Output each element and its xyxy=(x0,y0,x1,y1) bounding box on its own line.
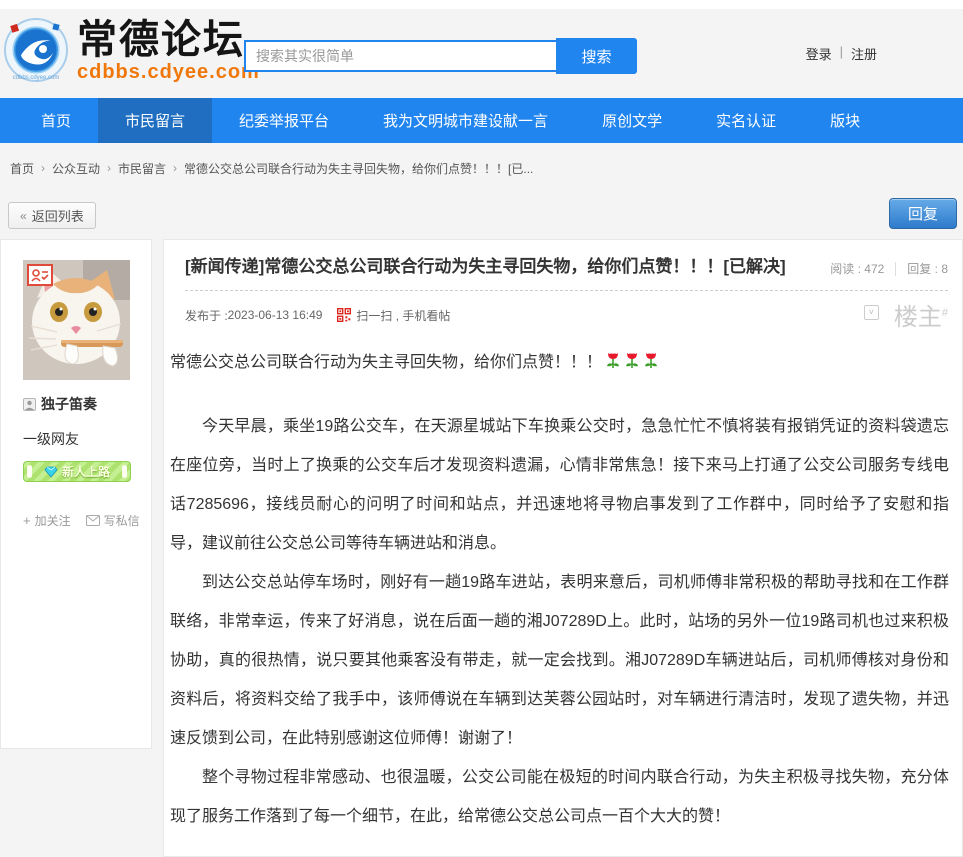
scan-hint: 扫一扫 , 手机看帖 xyxy=(356,307,450,324)
private-message-label: 写私信 xyxy=(104,512,140,529)
collapse-checkbox-icon[interactable]: ˅ xyxy=(864,305,879,320)
post-title: [新闻传递]常德公交总公司联合行动为失主寻回失物，给你们点赞！！！[已解决] xyxy=(185,256,786,278)
breadcrumb-item-home[interactable]: 首页 xyxy=(10,160,34,177)
double-chevron-left-icon: « xyxy=(20,209,27,223)
breadcrumb-item-current-thread: 常德公交总公司联合行动为失主寻回失物，给你们点赞！！！[已... xyxy=(184,160,533,177)
breadcrumb-separator: › xyxy=(41,161,45,175)
site-logo[interactable]: cdbbs.cdyee.com 常德论坛 cdbbs.cdyee.com xyxy=(3,17,260,84)
diamond-icon xyxy=(44,466,58,478)
breadcrumb-item-public-interaction[interactable]: 公众互动 xyxy=(52,160,100,177)
breadcrumb-item-citizen-messages[interactable]: 市民留言 xyxy=(118,160,166,177)
published-label: 发布于 : xyxy=(185,307,228,324)
login-link[interactable]: 登录 xyxy=(806,44,832,63)
tulip-icon xyxy=(643,351,659,370)
site-name: 常德论坛 xyxy=(77,17,260,63)
reply-button[interactable]: 回复 xyxy=(889,198,957,229)
private-message-button[interactable]: 写私信 xyxy=(86,512,140,529)
main-nav: 首页 市民留言 纪委举报平台 我为文明城市建设献一言 原创文学 实名认证 版块 xyxy=(0,98,963,143)
back-to-list-button[interactable]: « 返回列表 xyxy=(8,202,96,229)
username[interactable]: 独子笛奏 xyxy=(41,394,97,414)
svg-text:cdbbs.cdyee.com: cdbbs.cdyee.com xyxy=(13,75,60,81)
tulip-icon xyxy=(605,351,621,370)
site-url: cdbbs.cdyee.com xyxy=(77,61,260,84)
tulip-icon xyxy=(624,351,640,370)
post-panel: [新闻传递]常德公交总公司联合行动为失主寻回失物，给你们点赞！！！[已解决] 阅… xyxy=(163,239,963,857)
user-level: 一级网友 xyxy=(23,429,151,449)
search-button[interactable]: 搜索 xyxy=(556,38,637,74)
post-paragraph: 常德公交总公司联合行动为失主寻回失物，给你们点赞！！！🌷🌷🌷 xyxy=(170,343,949,382)
register-link[interactable]: 注册 xyxy=(851,44,877,63)
thread-toolbar: « 返回列表 回复 xyxy=(0,193,963,239)
qr-code-icon xyxy=(337,308,351,322)
sidebar-actions: + 加关注 写私信 xyxy=(23,512,151,529)
plus-icon: + xyxy=(23,513,31,528)
newbie-badge: 新人上路 xyxy=(23,461,131,482)
post-meta: 发布于 : 2023-06-13 16:49 扫一扫 , 手机看帖 ˅ 楼主# xyxy=(185,300,948,330)
nav-item-citizen-messages[interactable]: 市民留言 xyxy=(98,98,212,143)
post-paragraph: 今天早晨，乘坐19路公交车，在天源星城站下车换乘公交时，急急忙忙不慎将装有报销凭… xyxy=(170,407,949,563)
auth-links: 登录 | 注册 xyxy=(806,44,877,63)
dashed-divider xyxy=(185,290,948,291)
published-time: 2023-06-13 16:49 xyxy=(228,308,323,322)
auth-divider: | xyxy=(840,44,843,63)
thread-content: 独子笛奏 一级网友 新人上路 + 加关注 写私信 xyxy=(0,239,963,857)
avatar[interactable] xyxy=(23,260,130,380)
post-paragraph: 整个寻物过程非常感动、也很温暖，公交公司能在极短的时间内联合行动，为失主积极寻找… xyxy=(170,758,949,836)
search-input[interactable] xyxy=(244,40,556,72)
top-strip xyxy=(0,0,963,9)
nav-item-real-name-auth[interactable]: 实名认证 xyxy=(689,98,803,143)
views-stat: 阅读 : 472 xyxy=(830,260,884,277)
follow-label: 加关注 xyxy=(35,512,71,529)
post-body: 常德公交总公司联合行动为失主寻回失物，给你们点赞！！！🌷🌷🌷 今天早晨，乘坐19… xyxy=(164,330,962,856)
site-header: cdbbs.cdyee.com 常德论坛 cdbbs.cdyee.com 搜索 … xyxy=(0,9,963,98)
author-sidebar: 独子笛奏 一级网友 新人上路 + 加关注 写私信 xyxy=(0,239,152,749)
nav-item-civilized-city[interactable]: 我为文明城市建设献一言 xyxy=(356,98,575,143)
user-icon xyxy=(23,398,36,411)
site-logo-icon: cdbbs.cdyee.com xyxy=(3,17,69,83)
post-head: [新闻传递]常德公交总公司联合行动为失主寻回失物，给你们点赞！！！[已解决] 阅… xyxy=(164,240,962,278)
follow-button[interactable]: + 加关注 xyxy=(23,512,71,529)
back-to-list-label: 返回列表 xyxy=(32,206,84,225)
newbie-badge-label: 新人上路 xyxy=(62,463,110,480)
stats-divider xyxy=(895,262,896,276)
replies-stat: 回复 : 8 xyxy=(907,260,948,277)
search-bar: 搜索 xyxy=(244,38,637,74)
nav-item-discipline-report[interactable]: 纪委举报平台 xyxy=(212,98,356,143)
post-stats: 阅读 : 472 回复 : 8 xyxy=(830,260,948,277)
breadcrumb-separator: › xyxy=(173,161,177,175)
nav-item-original-literature[interactable]: 原创文学 xyxy=(575,98,689,143)
post-paragraph: 到达公交总站停车场时，刚好有一趟19路车进站，表明来意后，司机师傅非常积极的帮助… xyxy=(170,563,949,758)
nav-item-home[interactable]: 首页 xyxy=(14,98,98,143)
nav-item-boards[interactable]: 版块 xyxy=(803,98,887,143)
post-meta-right: ˅ 楼主# xyxy=(864,300,948,331)
floor-badge: 楼主# xyxy=(894,300,948,331)
breadcrumb: 首页 › 公众互动 › 市民留言 › 常德公交总公司联合行动为失主寻回失物，给你… xyxy=(0,143,963,193)
envelope-icon xyxy=(86,515,100,526)
breadcrumb-separator: › xyxy=(107,161,111,175)
id-card-icon xyxy=(27,264,53,286)
username-row: 独子笛奏 xyxy=(23,394,151,414)
